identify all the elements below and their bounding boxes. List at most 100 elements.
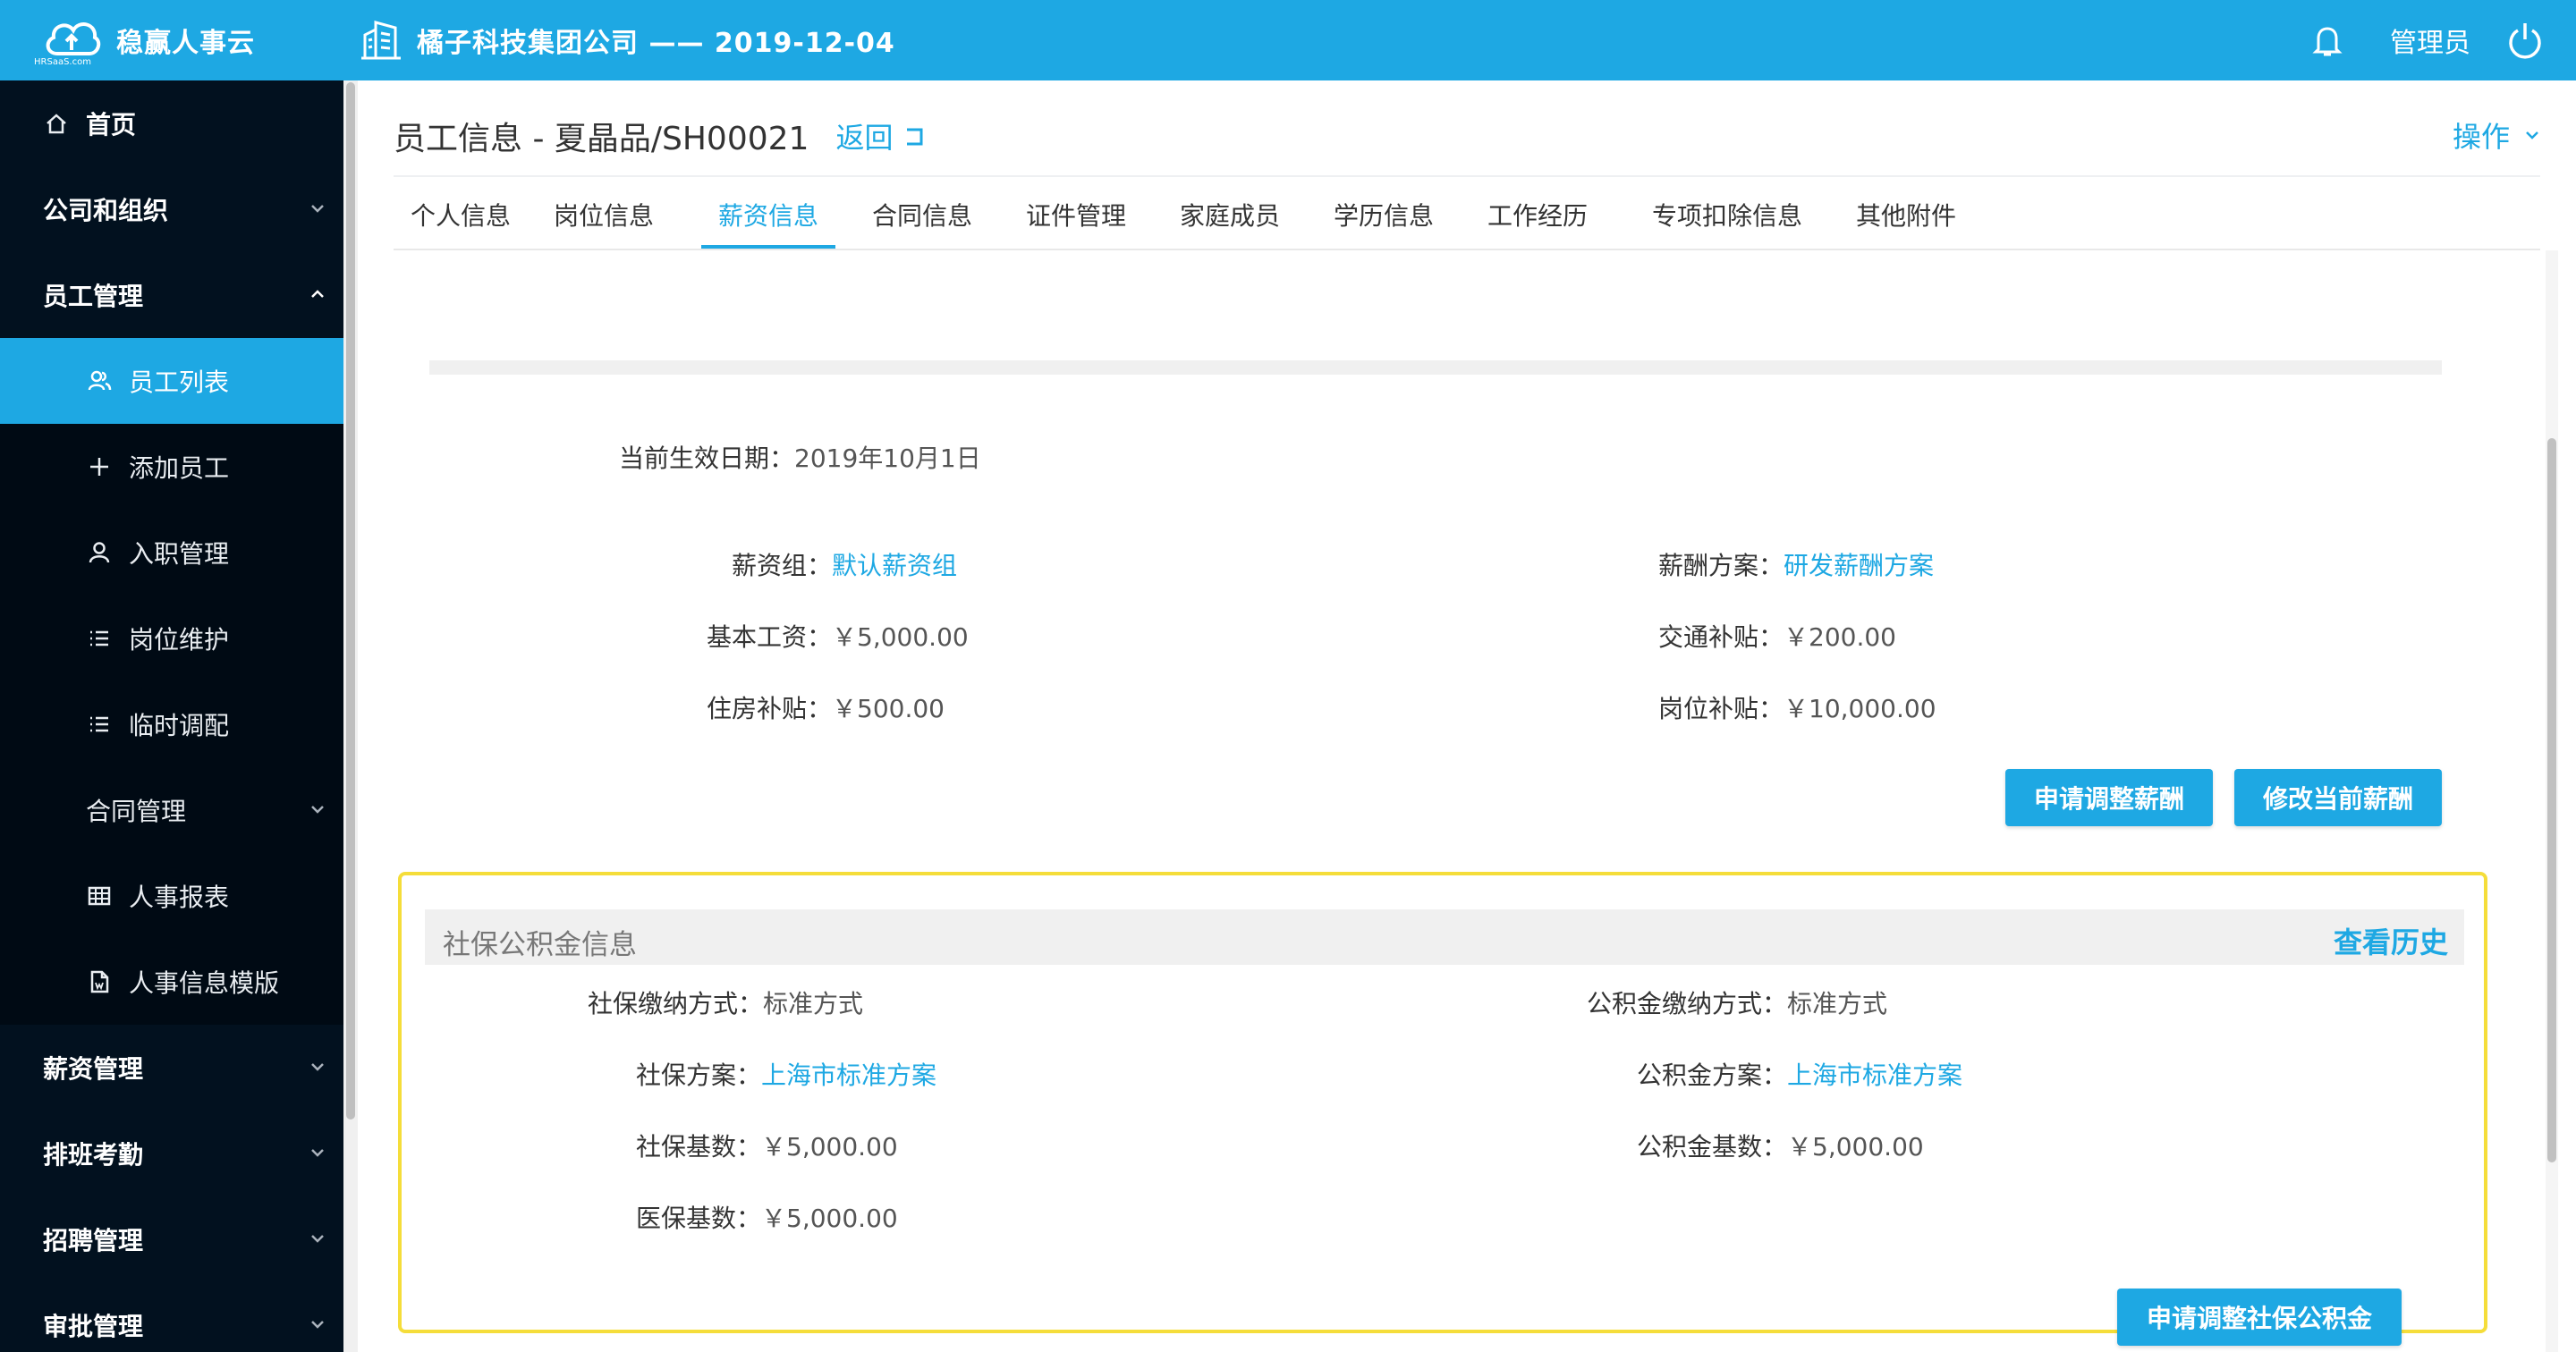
sidebar-scrollbar[interactable] — [343, 80, 358, 1352]
tab-personal[interactable]: 个人信息 — [394, 197, 528, 249]
tab-attachments[interactable]: 其他附件 — [1839, 197, 1973, 249]
content-area: 当前生效日期：2019年10月1日 薪资组：默认薪资组 薪酬方案：研发薪酬方案 … — [394, 250, 2558, 1352]
sidebar-item-attendance[interactable]: 排班考勤 — [0, 1111, 343, 1196]
sidebar-item-label: 入职管理 — [129, 539, 230, 569]
brand-name: 稳赢人事云 — [116, 28, 255, 59]
tab-contract[interactable]: 合同信息 — [864, 197, 980, 249]
return-icon — [907, 128, 923, 146]
chevron-up-icon — [311, 290, 324, 298]
tab-special-deduction[interactable]: 专项扣除信息 — [1633, 197, 1821, 249]
sidebar-item-approval[interactable]: 审批管理 — [0, 1282, 343, 1352]
tab-position[interactable]: 岗位信息 — [546, 197, 662, 249]
hf-base-field: 公积金基数：￥5,000.00 — [1637, 1128, 1924, 1163]
tab-certificates[interactable]: 证件管理 — [1018, 197, 1134, 249]
effective-date-field: 当前生效日期：2019年10月1日 — [619, 439, 981, 475]
bell-icon[interactable] — [2309, 22, 2345, 58]
sidebar-item-salary[interactable]: 薪资管理 — [0, 1025, 343, 1111]
housing-allowance-field: 住房补贴：￥500.00 — [707, 689, 945, 725]
plus-icon — [86, 453, 113, 480]
sidebar-item-temp-transfer[interactable]: 临时调配 — [0, 681, 343, 767]
modify-salary-button[interactable]: 修改当前薪酬 — [2234, 769, 2442, 826]
sidebar-item-recruit[interactable]: 招聘管理 — [0, 1196, 343, 1282]
sidebar: 首页 公司和组织 员工管理 员工列表 添加员工 入职管理 岗位维护 临时调配 合… — [0, 80, 358, 1352]
chevron-down-icon — [311, 205, 324, 213]
sidebar-item-label: 合同管理 — [86, 797, 187, 826]
sidebar-item-hr-report[interactable]: 人事报表 — [0, 853, 343, 939]
view-history-link[interactable]: 查看历史 — [2334, 920, 2448, 961]
hf-method-value: 标准方式 — [1787, 989, 1888, 1018]
sidebar-item-label: 薪资管理 — [43, 1054, 144, 1084]
salary-plan-label: 薪酬方案： — [1658, 551, 1784, 580]
sidebar-item-label: 排班考勤 — [43, 1140, 144, 1170]
ss-base-value: ￥5,000.00 — [761, 1132, 898, 1162]
content-scrollbar[interactable] — [2546, 250, 2558, 1352]
list-icon — [86, 711, 113, 738]
main-panel: 员工信息 - 夏晶品/SH00021 返回 操作 个人信息 岗位信息 薪资信息 … — [358, 80, 2576, 1352]
chevron-down-icon — [311, 1321, 324, 1329]
tab-work-history[interactable]: 工作经历 — [1479, 197, 1596, 249]
ss-plan-field: 社保方案：上海市标准方案 — [636, 1056, 936, 1092]
hf-plan-link[interactable]: 上海市标准方案 — [1787, 1060, 1962, 1090]
tab-education[interactable]: 学历信息 — [1326, 197, 1442, 249]
sidebar-item-label: 员工管理 — [43, 282, 144, 311]
sidebar-item-label: 员工列表 — [129, 368, 230, 397]
chevron-down-icon — [311, 806, 324, 814]
transport-allowance-field: 交通补贴：￥200.00 — [1658, 618, 1896, 654]
sidebar-item-label: 招聘管理 — [43, 1226, 144, 1255]
sidebar-item-label: 岗位维护 — [129, 625, 230, 655]
operations-dropdown[interactable]: 操作 — [2453, 114, 2540, 156]
brand-logo: HRSaaS.com — [34, 11, 111, 70]
housing-allowance-value: ￥500.00 — [832, 694, 945, 723]
title-row: 员工信息 - 夏晶品/SH00021 返回 — [394, 113, 927, 159]
ss-method-label: 社保缴纳方式： — [588, 989, 764, 1018]
top-bar: HRSaaS.com 稳赢人事云 橘子科技集团公司 —— 2019-12-04 … — [0, 0, 2576, 80]
apply-social-adjust-button[interactable]: 申请调整社保公积金 — [2117, 1289, 2402, 1346]
sidebar-item-contract[interactable]: 合同管理 — [0, 767, 343, 853]
ss-method-value: 标准方式 — [763, 989, 864, 1018]
home-icon — [43, 110, 70, 137]
cloud-logo-icon — [46, 22, 101, 55]
sidebar-item-label: 公司和组织 — [43, 196, 169, 225]
sidebar-item-home[interactable]: 首页 — [0, 80, 343, 166]
tab-salary[interactable]: 薪资信息 — [701, 197, 835, 249]
sidebar-item-add-employee[interactable]: 添加员工 — [0, 424, 343, 510]
salary-group-field: 薪资组：默认薪资组 — [732, 546, 957, 582]
sidebar-scrollbar-thumb[interactable] — [346, 82, 355, 1120]
power-icon[interactable] — [2504, 20, 2546, 61]
top-right-tools: 管理员 — [2309, 0, 2546, 80]
company-info: 橘子科技集团公司 —— 2019-12-04 — [360, 13, 895, 68]
content-scrollbar-thumb[interactable] — [2547, 438, 2556, 1162]
sidebar-item-company-org[interactable]: 公司和组织 — [0, 166, 343, 252]
tab-family[interactable]: 家庭成员 — [1172, 197, 1288, 249]
hf-method-label: 公积金缴纳方式： — [1587, 989, 1788, 1018]
hf-plan-field: 公积金方案：上海市标准方案 — [1637, 1056, 1962, 1092]
sidebar-item-label: 人事报表 — [129, 883, 230, 912]
med-base-value: ￥5,000.00 — [761, 1204, 898, 1233]
hf-plan-label: 公积金方案： — [1637, 1060, 1788, 1090]
brand[interactable]: HRSaaS.com 稳赢人事云 — [34, 11, 255, 70]
apply-salary-adjust-button[interactable]: 申请调整薪酬 — [2005, 769, 2213, 826]
base-salary-label: 基本工资： — [707, 622, 833, 652]
sidebar-item-employee-list[interactable]: 员工列表 — [0, 338, 343, 424]
salary-plan-link[interactable]: 研发薪酬方案 — [1784, 551, 1934, 580]
med-base-label: 医保基数： — [636, 1204, 762, 1233]
transport-allowance-value: ￥200.00 — [1784, 622, 1896, 652]
post-allowance-field: 岗位补贴：￥10,000.00 — [1658, 689, 1936, 725]
ss-base-label: 社保基数： — [636, 1132, 762, 1162]
page-title: 员工信息 - 夏晶品/SH00021 — [394, 121, 809, 157]
transport-allowance-label: 交通补贴： — [1658, 622, 1784, 652]
user-menu[interactable]: 管理员 — [2390, 21, 2470, 60]
sidebar-item-position[interactable]: 岗位维护 — [0, 596, 343, 681]
ss-plan-link[interactable]: 上海市标准方案 — [761, 1060, 936, 1090]
back-link[interactable]: 返回 — [835, 115, 927, 156]
salary-plan-field: 薪酬方案：研发薪酬方案 — [1658, 546, 1934, 582]
sidebar-item-hr-template[interactable]: 人事信息模版 — [0, 939, 343, 1025]
salary-group-link[interactable]: 默认薪资组 — [832, 551, 957, 580]
sidebar-item-onboarding[interactable]: 入职管理 — [0, 510, 343, 596]
chevron-down-icon — [311, 1063, 324, 1071]
effective-date-label: 当前生效日期： — [619, 444, 795, 473]
sidebar-item-employee-mgmt[interactable]: 员工管理 — [0, 252, 343, 338]
social-security-title: 社保公积金信息 — [443, 929, 637, 961]
ss-method-field: 社保缴纳方式：标准方式 — [588, 984, 863, 1020]
user-icon — [86, 539, 113, 566]
